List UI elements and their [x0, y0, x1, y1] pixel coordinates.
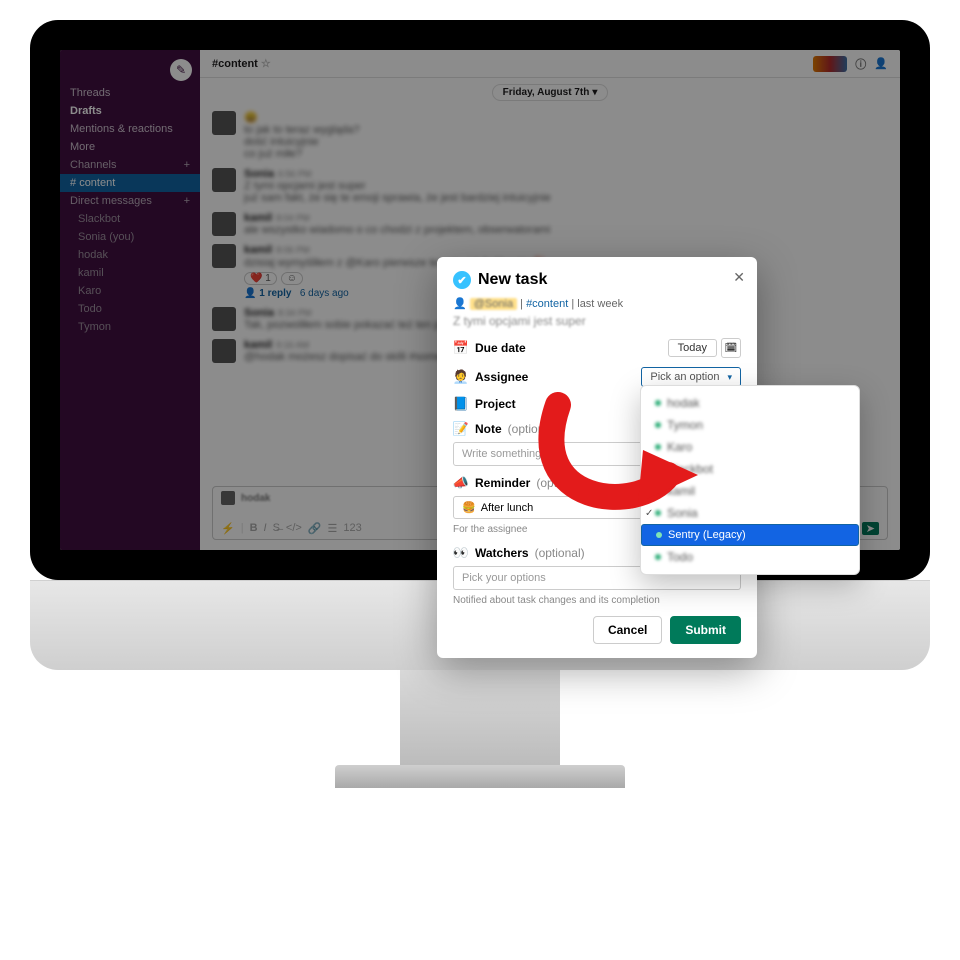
- link-icon[interactable]: 🔗: [308, 522, 322, 535]
- imac-stand: [400, 670, 560, 765]
- sidebar-dm[interactable]: Sonia (you): [60, 228, 200, 246]
- message: 😄 to jak to teraz wygląda? dość intuicyj…: [212, 111, 888, 160]
- sidebar-channel-content[interactable]: # content: [60, 174, 200, 192]
- sidebar-dm[interactable]: Karo: [60, 282, 200, 300]
- sidebar-item-more[interactable]: More: [60, 138, 200, 156]
- sidebar-item-threads[interactable]: Threads: [60, 84, 200, 102]
- assignee-select[interactable]: Pick an option▾: [641, 367, 741, 387]
- sidebar-dm[interactable]: Tymon: [60, 318, 200, 336]
- sidebar-item-drafts[interactable]: Drafts: [60, 102, 200, 120]
- reminder-label: Reminder: [475, 476, 530, 490]
- task-source: 👤 @Sonia | #content | last week: [453, 297, 741, 310]
- add-reaction[interactable]: ☺︎: [281, 272, 303, 285]
- chevron-down-icon: ▾: [727, 372, 732, 383]
- watchers-icon: 👀: [453, 545, 469, 561]
- app-icon: ✔︎: [453, 271, 471, 289]
- code-icon[interactable]: </>: [286, 522, 302, 535]
- sidebar-dm-header[interactable]: Direct messages+: [60, 192, 200, 210]
- channel-header: #content ☆ ⓘ 👤: [200, 50, 900, 78]
- assignee-option[interactable]: Sentry (Legacy): [641, 524, 859, 546]
- channel-name[interactable]: #content: [212, 58, 258, 70]
- send-icon[interactable]: ➤: [862, 522, 879, 535]
- avatar[interactable]: [212, 307, 236, 331]
- bold-icon[interactable]: B: [250, 522, 258, 535]
- due-date-label: Due date: [475, 341, 526, 355]
- date-divider[interactable]: Friday, August 7th ▾: [492, 84, 609, 101]
- italic-icon[interactable]: I: [264, 522, 267, 535]
- project-icon: 📘: [453, 396, 469, 412]
- assignee-label: Assignee: [475, 370, 528, 384]
- channel-info-icon[interactable]: ⓘ: [855, 56, 866, 72]
- add-channel-icon[interactable]: +: [184, 159, 190, 171]
- task-summary: Z tymi opcjami jest super: [453, 314, 741, 328]
- compose-button[interactable]: ✎: [170, 59, 192, 81]
- sidebar-dm[interactable]: Todo: [60, 300, 200, 318]
- avatar[interactable]: [212, 244, 236, 268]
- reminder-icon: 📣: [453, 475, 469, 491]
- watchers-hint: Notified about task changes and its comp…: [453, 595, 741, 606]
- numbered-list-icon[interactable]: 123: [343, 522, 361, 535]
- message: kamil8:04 PM ale wszystko wiadomo o co c…: [212, 212, 888, 236]
- calendar-icon: 📅: [453, 340, 469, 356]
- assignee-option[interactable]: Tymon: [641, 414, 859, 436]
- avatar: [221, 491, 235, 505]
- member-avatars[interactable]: [813, 56, 847, 72]
- due-date-value[interactable]: Today: [668, 339, 717, 357]
- reaction[interactable]: ❤️ 1: [244, 272, 277, 285]
- note-label: Note: [475, 422, 502, 436]
- close-icon[interactable]: ✕: [733, 269, 745, 286]
- list-icon[interactable]: ☰: [328, 522, 338, 535]
- sidebar-item-mentions[interactable]: Mentions & reactions: [60, 120, 200, 138]
- avatar[interactable]: [212, 339, 236, 363]
- assignee-option[interactable]: Sonia: [641, 502, 859, 524]
- assignee-dropdown: hodakTymonKaroSlackbotkamilSoniaSentry (…: [640, 385, 860, 575]
- add-dm-icon[interactable]: +: [184, 195, 190, 207]
- project-label: Project: [475, 397, 516, 411]
- add-people-icon[interactable]: 👤: [874, 57, 888, 70]
- strike-icon[interactable]: S̶: [273, 522, 280, 535]
- assignee-option[interactable]: Slackbot: [641, 458, 859, 480]
- modal-title: ✔︎ New task: [453, 271, 741, 289]
- star-icon[interactable]: ☆: [261, 58, 271, 70]
- avatar[interactable]: [212, 168, 236, 192]
- cancel-button[interactable]: Cancel: [593, 616, 662, 644]
- assignee-option[interactable]: kamil: [641, 480, 859, 502]
- note-icon: 📝: [453, 421, 469, 437]
- submit-button[interactable]: Submit: [670, 616, 741, 644]
- attach-icon[interactable]: ⚡: [221, 522, 235, 535]
- sidebar-dm[interactable]: hodak: [60, 246, 200, 264]
- date-picker-button[interactable]: 🗓: [721, 338, 741, 358]
- assignee-icon: 🧑‍💼: [453, 369, 469, 385]
- sidebar-dm[interactable]: Slackbot: [60, 210, 200, 228]
- message: Sonia6:56 PM Z tymi opcjami jest super j…: [212, 168, 888, 204]
- chevron-down-icon: ▾: [592, 87, 597, 98]
- assignee-option[interactable]: Todo: [641, 546, 859, 568]
- avatar[interactable]: [212, 111, 236, 135]
- sidebar-channels-header[interactable]: Channels+: [60, 156, 200, 174]
- watchers-label: Watchers: [475, 546, 529, 560]
- assignee-option[interactable]: Karo: [641, 436, 859, 458]
- workspace-sidebar: ✎ Threads Drafts Mentions & reactions Mo…: [60, 50, 200, 550]
- avatar[interactable]: [212, 212, 236, 236]
- imac-foot: [335, 765, 625, 788]
- assignee-option[interactable]: hodak: [641, 392, 859, 414]
- sidebar-dm[interactable]: kamil: [60, 264, 200, 282]
